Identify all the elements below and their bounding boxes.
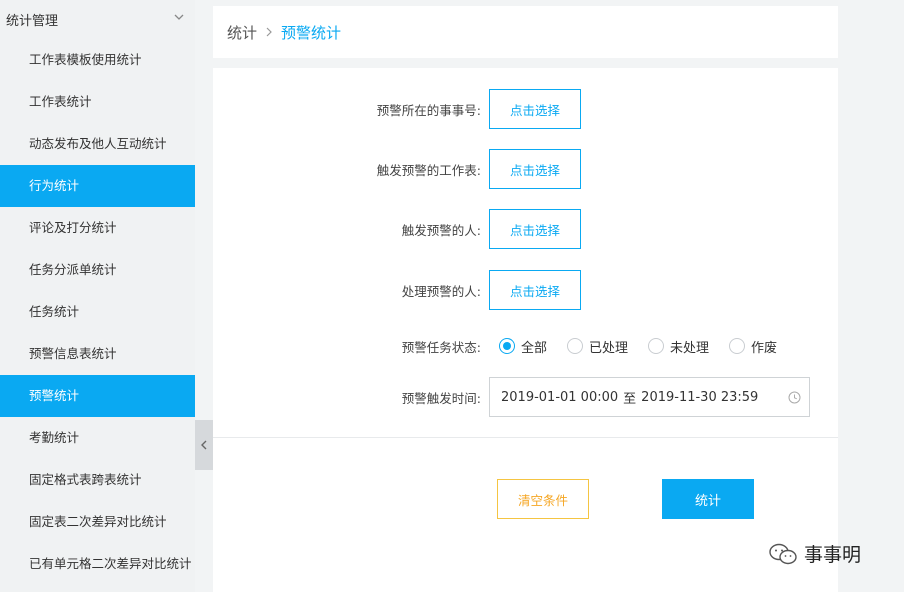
form-row-trigger-person: 触发预警的人: 点击选择: [213, 209, 838, 249]
clock-icon: [788, 391, 801, 404]
handler-label: 处理预警的人:: [401, 283, 481, 299]
sidebar-item-sheet-stats[interactable]: 工作表统计: [0, 81, 195, 123]
sidebar-item-cell-diff-stats[interactable]: 已有单元格二次差异对比统计: [0, 543, 195, 585]
sheet-pick-button[interactable]: 点击选择: [489, 149, 581, 189]
time-start-value: 2019-01-01 00:00: [501, 389, 619, 405]
stats-form-panel: 预警所在的事事号: 点击选择 触发预警的工作表: 点击选择 触发预警的人: 点击…: [213, 68, 838, 592]
sidebar-item-behavior-stats[interactable]: 行为统计: [0, 165, 195, 207]
time-label: 预警触发时间:: [401, 390, 481, 406]
sidebar-item-task-dispatch-stats[interactable]: 任务分派单统计: [0, 249, 195, 291]
watermark: 事事明: [768, 540, 861, 567]
sidebar-item-alert-stats[interactable]: 预警统计: [0, 375, 195, 417]
status-radio-unprocessed[interactable]: 未处理: [648, 337, 709, 356]
sidebar-item-activity-interaction-stats[interactable]: 动态发布及他人互动统计: [0, 123, 195, 165]
form-row-time: 预警触发时间: 2019-01-01 00:00 至 2019-11-30 23…: [213, 377, 838, 417]
breadcrumb-root[interactable]: 统计: [227, 22, 257, 43]
chevron-left-icon: [201, 440, 207, 450]
status-radio-group: 全部 已处理 未处理 作废: [489, 337, 797, 356]
time-range-separator: 至: [623, 391, 637, 407]
sidebar-item-task-stats[interactable]: 任务统计: [0, 291, 195, 333]
chevron-right-icon: [266, 27, 272, 37]
handler-pick-button[interactable]: 点击选择: [489, 270, 581, 310]
breadcrumb: 统计 预警统计: [213, 6, 838, 58]
radio-unchecked-icon: [567, 338, 584, 354]
matter-label: 预警所在的事事号:: [376, 102, 481, 118]
sheet-label: 触发预警的工作表:: [376, 162, 481, 178]
form-row-status: 预警任务状态: 全部 已处理 未处理 作废: [213, 326, 838, 366]
sidebar-item-attendance-stats[interactable]: 考勤统计: [0, 417, 195, 459]
radio-unchecked-icon: [729, 338, 746, 354]
run-stats-button[interactable]: 统计: [662, 479, 754, 519]
sidebar-item-comment-rating-stats[interactable]: 评论及打分统计: [0, 207, 195, 249]
sidebar-item-fixed-format-cross-sheet-stats[interactable]: 固定格式表跨表统计: [0, 459, 195, 501]
status-radio-all[interactable]: 全部: [499, 337, 547, 356]
clear-conditions-button[interactable]: 清空条件: [497, 479, 589, 519]
sidebar-collapse-handle[interactable]: [195, 420, 213, 470]
form-divider: [213, 437, 838, 438]
time-range-input[interactable]: 2019-01-01 00:00 至 2019-11-30 23:59: [489, 377, 810, 417]
form-row-matter: 预警所在的事事号: 点击选择: [213, 89, 838, 129]
status-radio-voided[interactable]: 作废: [729, 337, 777, 356]
form-row-handler: 处理预警的人: 点击选择: [213, 270, 838, 310]
matter-pick-button[interactable]: 点击选择: [489, 89, 581, 129]
sidebar-item-fixed-sheet-diff-stats[interactable]: 固定表二次差异对比统计: [0, 501, 195, 543]
status-radio-processed[interactable]: 已处理: [567, 337, 628, 356]
trigger-person-label: 触发预警的人:: [401, 222, 481, 238]
sidebar-section-title: 统计管理: [6, 13, 59, 29]
time-end-value: 2019-11-30 23:59: [641, 389, 759, 405]
sidebar: 统计管理 工作表模板使用统计 工作表统计 动态发布及他人互动统计 行为统计 评论…: [0, 0, 195, 592]
sidebar-item-template-usage-stats[interactable]: 工作表模板使用统计: [0, 39, 195, 81]
sidebar-item-alert-info-sheet-stats[interactable]: 预警信息表统计: [0, 333, 195, 375]
chevron-down-icon[interactable]: [172, 10, 186, 24]
form-row-sheet: 触发预警的工作表: 点击选择: [213, 149, 838, 189]
sidebar-section-header[interactable]: 统计管理: [0, 0, 195, 38]
watermark-text: 事事明: [804, 544, 862, 566]
wechat-icon: [769, 543, 797, 564]
sidebar-menu: 工作表模板使用统计 工作表统计 动态发布及他人互动统计 行为统计 评论及打分统计…: [0, 39, 195, 585]
breadcrumb-current: 预警统计: [281, 23, 342, 42]
trigger-person-pick-button[interactable]: 点击选择: [489, 209, 581, 249]
radio-checked-icon: [499, 338, 515, 354]
radio-unchecked-icon: [648, 338, 665, 354]
status-label: 预警任务状态:: [401, 339, 481, 355]
